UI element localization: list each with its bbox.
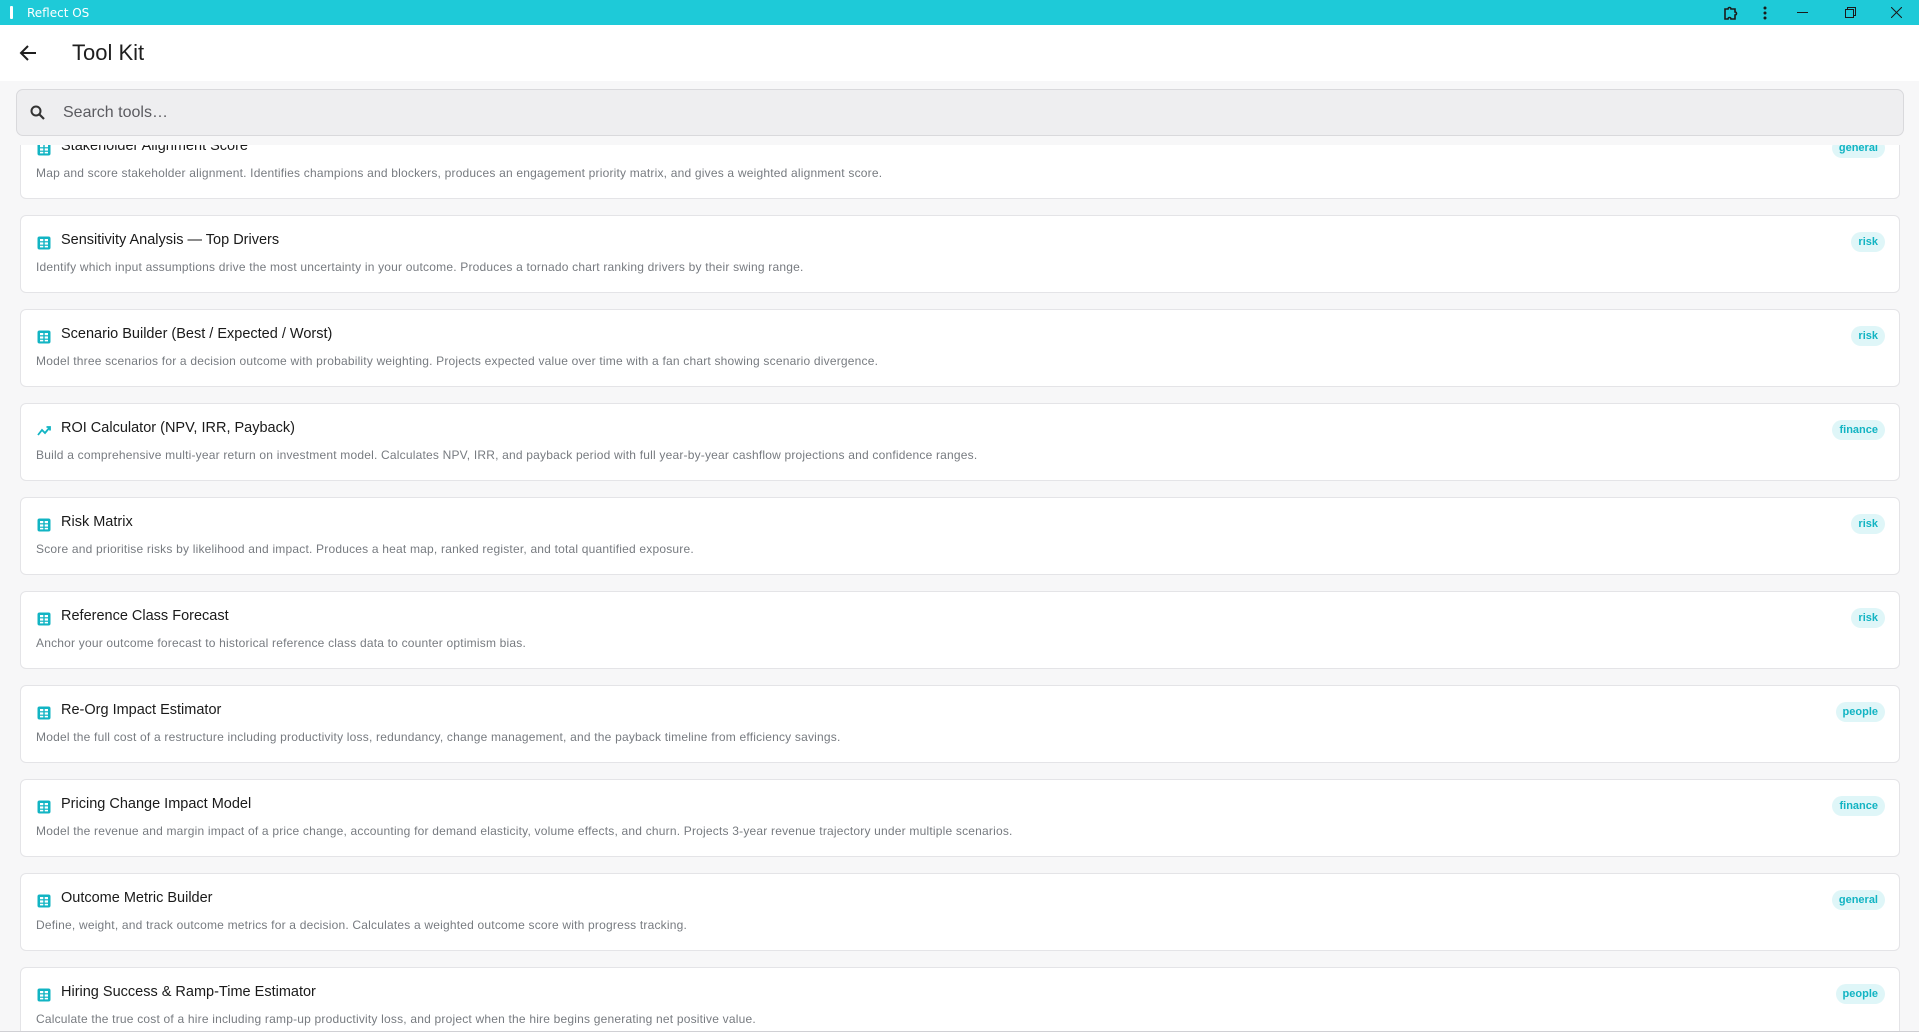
tool-description: Anchor your outcome forecast to historic… [36, 636, 527, 650]
tool-card[interactable]: Pricing Change Impact Model Model the re… [20, 779, 1900, 857]
tool-card[interactable]: Stakeholder Alignment Score Map and scor… [20, 145, 1900, 199]
tool-name: Outcome Metric Builder [61, 890, 213, 906]
tool-name: Hiring Success & Ramp-Time Estimator [61, 984, 316, 1000]
close-icon[interactable] [1873, 0, 1919, 25]
tool-name: Risk Matrix [61, 514, 133, 530]
window-titlebar: Reflect OS [0, 0, 1919, 25]
restore-icon[interactable] [1827, 0, 1873, 25]
table-icon [37, 706, 51, 720]
table-icon [37, 800, 51, 814]
tool-card[interactable]: ROI Calculator (NPV, IRR, Payback) Build… [20, 403, 1900, 481]
extensions-icon[interactable] [1709, 0, 1753, 25]
tool-list[interactable]: Stakeholder Alignment Score Map and scor… [0, 145, 1919, 1032]
table-icon [37, 612, 51, 626]
tool-description: Model the full cost of a restructure inc… [36, 730, 841, 744]
tool-card[interactable]: Scenario Builder (Best / Expected / Wors… [20, 309, 1900, 387]
tool-description: Identify which input assumptions drive t… [36, 260, 804, 274]
table-icon [37, 330, 51, 344]
tool-name: Stakeholder Alignment Score [61, 145, 248, 154]
tool-name: Reference Class Forecast [61, 608, 229, 624]
window-title: Reflect OS [27, 5, 90, 20]
table-icon [37, 145, 51, 156]
table-icon [37, 518, 51, 532]
tool-category-badge: risk [1851, 514, 1885, 534]
tool-name: ROI Calculator (NPV, IRR, Payback) [61, 420, 295, 436]
minimize-icon[interactable] [1777, 0, 1827, 25]
tool-description: Calculate the true cost of a hire includ… [36, 1012, 756, 1026]
back-button[interactable] [0, 25, 56, 81]
tool-name: Scenario Builder (Best / Expected / Wors… [61, 326, 333, 342]
search-bar-container [0, 81, 1919, 145]
tool-card[interactable]: Risk Matrix Score and prioritise risks b… [20, 497, 1900, 575]
tool-category-badge: general [1831, 145, 1885, 158]
tool-category-badge: people [1835, 702, 1885, 722]
tool-category-badge: risk [1851, 608, 1885, 628]
tool-list-inner: Stakeholder Alignment Score Map and scor… [20, 145, 1900, 1032]
tool-card[interactable]: Outcome Metric Builder Define, weight, a… [20, 873, 1900, 951]
search-field[interactable] [16, 89, 1904, 136]
tool-category-badge: general [1831, 890, 1885, 910]
window-controls [1709, 0, 1919, 25]
app-header: Tool Kit [0, 25, 1919, 81]
tool-card[interactable]: Sensitivity Analysis — Top Drivers Ident… [20, 215, 1900, 293]
tool-category-badge: risk [1851, 232, 1885, 252]
app-logo-icon [10, 6, 13, 19]
search-icon [30, 105, 45, 120]
tool-category-badge: risk [1851, 326, 1885, 346]
tool-description: Score and prioritise risks by likelihood… [36, 542, 694, 556]
tool-category-badge: people [1835, 984, 1885, 1004]
tool-category-badge: finance [1832, 420, 1885, 440]
tool-description: Model the revenue and margin impact of a… [36, 824, 1013, 838]
tool-name: Pricing Change Impact Model [61, 796, 252, 812]
tool-description: Build a comprehensive multi-year return … [36, 448, 978, 462]
tool-name: Re-Org Impact Estimator [61, 702, 222, 718]
table-icon [37, 988, 51, 1002]
tool-description: Map and score stakeholder alignment. Ide… [36, 166, 883, 180]
table-icon [37, 894, 51, 908]
search-input[interactable] [61, 102, 1861, 123]
more-options-icon[interactable] [1753, 0, 1777, 25]
tool-card[interactable]: Reference Class Forecast Anchor your out… [20, 591, 1900, 669]
arrow-back-icon [19, 45, 36, 61]
tool-description: Define, weight, and track outcome metric… [36, 918, 688, 932]
trending-up-icon [37, 426, 51, 436]
page-title: Tool Kit [72, 40, 145, 65]
tool-category-badge: finance [1832, 796, 1885, 816]
table-icon [37, 236, 51, 250]
tool-name: Sensitivity Analysis — Top Drivers [61, 232, 280, 248]
tool-card[interactable]: Hiring Success & Ramp-Time Estimator Cal… [20, 967, 1900, 1032]
tool-card[interactable]: Re-Org Impact Estimator Model the full c… [20, 685, 1900, 763]
tool-description: Model three scenarios for a decision out… [36, 354, 879, 368]
